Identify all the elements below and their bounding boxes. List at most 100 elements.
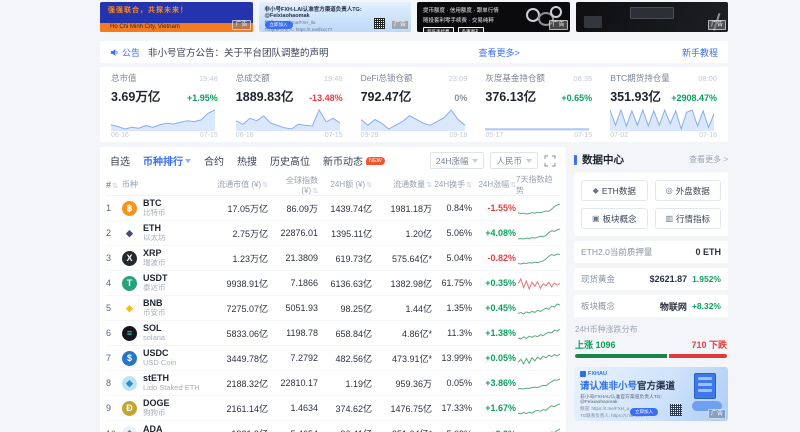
sort-filter-dropdown[interactable]: 24H涨幅 bbox=[430, 152, 485, 169]
data-center-button[interactable]: ◎外盘数据 bbox=[655, 180, 722, 201]
stat-change: +2908.47% bbox=[671, 93, 717, 103]
sidebar-info-row[interactable]: 板块概念 物联网 +8.32% bbox=[574, 295, 728, 317]
rank-cell: 5 bbox=[106, 303, 122, 313]
table-row[interactable]: 1 ฿ BTC比特币 17.05万亿 86.09万 1439.74亿 1981.… bbox=[106, 196, 560, 221]
table-row[interactable]: 4 T USDT泰达币 9938.91亿 7.1866 6136.63亿 138… bbox=[106, 271, 560, 296]
market-cap-cell: 5833.06亿 bbox=[208, 327, 268, 340]
fxh-logo-text: FXHAU bbox=[588, 371, 607, 377]
table-row[interactable]: 6 ≡ SOLsolana 5833.06亿 1198.78 658.84亿 4… bbox=[106, 321, 560, 346]
trend-sparkline bbox=[518, 251, 560, 266]
info-label: ETH2.0当前质押量 bbox=[581, 246, 652, 258]
tab-币种排行[interactable]: 币种排行 bbox=[143, 153, 191, 168]
ad-join-button[interactable]: 立即加入 bbox=[265, 21, 293, 29]
coin-icon: T bbox=[122, 276, 137, 291]
rank-cell: 10 bbox=[106, 429, 122, 432]
volume-cell: 96.41亿 bbox=[318, 427, 372, 432]
tab-合约[interactable]: 合约 bbox=[204, 153, 224, 168]
sidebar-info-row[interactable]: ETH2.0当前质押量 0 ETH bbox=[574, 241, 728, 263]
coin-icon: ◆ bbox=[122, 376, 137, 391]
change-cell: +1.67% bbox=[472, 403, 516, 413]
date-start: 07-02 bbox=[610, 132, 628, 139]
column-header[interactable]: 24H涨幅⇅ bbox=[472, 179, 516, 190]
table-row[interactable]: 9 Ð DOGE狗狗币 2161.14亿 1.4634 374.62亿 1476… bbox=[106, 396, 560, 421]
column-header[interactable]: 7天指数趋势 bbox=[516, 174, 560, 196]
market-cap-cell: 9938.91亿 bbox=[208, 277, 268, 290]
ad-tag: 广告 bbox=[391, 20, 409, 30]
tab-历史高位[interactable]: 历史高位 bbox=[270, 153, 310, 168]
fullscreen-icon[interactable] bbox=[544, 155, 556, 167]
turnover-cell: 5.04% bbox=[432, 253, 472, 263]
tab-自选[interactable]: 自选 bbox=[110, 153, 130, 168]
announcement-tag: 公告 bbox=[110, 46, 140, 59]
table-row[interactable]: 5 ◈ BNB币安币 7275.07亿 5051.93 98.25亿 1.44亿… bbox=[106, 296, 560, 321]
ad-tag: 广告 bbox=[549, 20, 567, 30]
ad-banner-mining[interactable]: 广告 bbox=[576, 2, 729, 32]
tab-新币动态[interactable]: 新币动态NEW bbox=[323, 153, 385, 168]
tab-热搜[interactable]: 热搜 bbox=[237, 153, 257, 168]
market-cap-cell: 1.23万亿 bbox=[208, 252, 268, 265]
supply-cell: 959.36万 bbox=[372, 377, 432, 390]
table-row[interactable]: 10 ◈ ADA艾达币 1921.9亿 5.4654 96.41亿 351.64… bbox=[106, 421, 560, 432]
button-icon: ◆ bbox=[593, 186, 599, 195]
trend-cell bbox=[516, 226, 560, 241]
data-center-button[interactable]: ▥行情指标 bbox=[655, 208, 722, 229]
announcement-more-link[interactable]: 查看更多> bbox=[479, 46, 520, 59]
column-header[interactable]: 币种 bbox=[122, 179, 208, 190]
volume-cell: 6136.63亿 bbox=[318, 277, 372, 290]
sidebar-info-row[interactable]: 现货黄金 $2621.87 1.952% bbox=[574, 268, 728, 290]
rank-cell: 6 bbox=[106, 328, 122, 338]
stat-card[interactable]: 总成交额19:48 1889.83亿-13.48% 06-1607-15 bbox=[227, 72, 352, 139]
tutorial-link[interactable]: 新手教程 bbox=[682, 46, 718, 59]
stat-card[interactable]: DeFi总锁仓额23:09 792.47亿0% 09-2909-18 bbox=[352, 72, 477, 139]
stat-card[interactable]: 总市值19:48 3.69万亿+1.95% 06-1607-15 bbox=[102, 72, 227, 139]
supply-cell: 4.86亿* bbox=[372, 327, 432, 340]
column-header[interactable]: 24H换手⇅ bbox=[432, 179, 472, 190]
button-icon: ▣ bbox=[592, 214, 600, 223]
ad-banner-exchange[interactable]: 提币额度 · 信用额度 · 跟单行情 随投套利零手续费 · 交易纯粹 超低手续费… bbox=[417, 2, 570, 32]
coin-cell: ◈ BNB币安币 bbox=[122, 299, 208, 316]
column-header[interactable]: 全球指数 (¥)⇅ bbox=[268, 175, 318, 195]
column-header[interactable]: #⇅ bbox=[106, 180, 122, 190]
table-row[interactable]: 8 ◆ stETHLido Staked ETH 2188.32亿 22810.… bbox=[106, 371, 560, 396]
trend-sparkline bbox=[518, 201, 560, 216]
table-row[interactable]: 2 ◆ ETH以太坊 2.75万亿 22876.01 1395.11亿 1.20… bbox=[106, 221, 560, 246]
stat-value: 351.93亿 bbox=[610, 86, 661, 105]
data-center-button[interactable]: ◆ETH数据 bbox=[581, 180, 648, 201]
stat-change: +0.65% bbox=[561, 93, 592, 103]
coin-name-cn: 瑞波币 bbox=[143, 259, 166, 267]
sidebar-ad-banner[interactable]: FXHAU 请认准非小号官方渠道 非小号FXHAU认准官方渠道负责人TG: @F… bbox=[574, 367, 728, 421]
column-header[interactable]: 流通数量⇅ bbox=[372, 179, 432, 190]
stat-time: 19:48 bbox=[324, 74, 343, 83]
currency-dropdown[interactable]: 人民币 bbox=[490, 152, 538, 169]
coin-name-cn: USD Coin bbox=[143, 359, 176, 367]
trend-cell bbox=[516, 351, 560, 366]
ad-banner-official-channel[interactable]: 非小号FXH-LAI认准官方渠道负责人TG: @Feixiaohaomak 频道… bbox=[259, 2, 412, 32]
data-center-more-link[interactable]: 查看更多 > bbox=[689, 154, 728, 165]
date-end: 07-15 bbox=[325, 132, 343, 139]
column-header[interactable]: 流通市值 (¥)⇅ bbox=[208, 179, 268, 190]
coin-name-cn: 以太坊 bbox=[143, 234, 166, 242]
table-row[interactable]: 3 X XRP瑞波币 1.23万亿 21.3809 619.73亿 575.64… bbox=[106, 246, 560, 271]
supply-cell: 1476.75亿 bbox=[372, 402, 432, 415]
stat-card[interactable]: 灰度基金持仓额06:35 376.13亿+0.65% 05-1707-15 bbox=[476, 72, 601, 139]
supply-cell: 1981.18万 bbox=[372, 202, 432, 215]
coin-icon: ฿ bbox=[122, 201, 137, 216]
stat-card[interactable]: BTC期货持仓量08:00 351.93亿+2908.47% 07-0207-1… bbox=[601, 72, 726, 139]
data-center-button[interactable]: ▣板块概念 bbox=[581, 208, 648, 229]
market-stats-row: 总市值19:48 3.69万亿+1.95% 06-1607-15 总成交额19:… bbox=[100, 67, 728, 142]
coin-name-cn: solana bbox=[143, 334, 165, 342]
table-row[interactable]: 7 $ USDCUSD Coin 3449.78亿 7.2792 482.56亿… bbox=[106, 346, 560, 371]
ad-banner-vietnam[interactable]: 强强联合，共探未来！ Ho Chi Minh City, Vietnam 广告 bbox=[100, 2, 253, 32]
stat-sparkline bbox=[485, 107, 589, 131]
trend-sparkline bbox=[518, 426, 560, 432]
price-cell: 7.2792 bbox=[268, 353, 318, 363]
info-label: 板块概念 bbox=[581, 300, 615, 312]
column-header[interactable]: 24H额 (¥)⇅ bbox=[318, 179, 372, 190]
supply-cell: 1.44亿 bbox=[372, 302, 432, 315]
date-end: 07-15 bbox=[574, 132, 592, 139]
qr-code bbox=[670, 404, 682, 416]
turnover-cell: 1.35% bbox=[432, 303, 472, 313]
stat-time: 08:00 bbox=[698, 74, 717, 83]
trend-cell bbox=[516, 401, 560, 416]
banner-join-button[interactable]: 立即加入 bbox=[630, 408, 658, 416]
